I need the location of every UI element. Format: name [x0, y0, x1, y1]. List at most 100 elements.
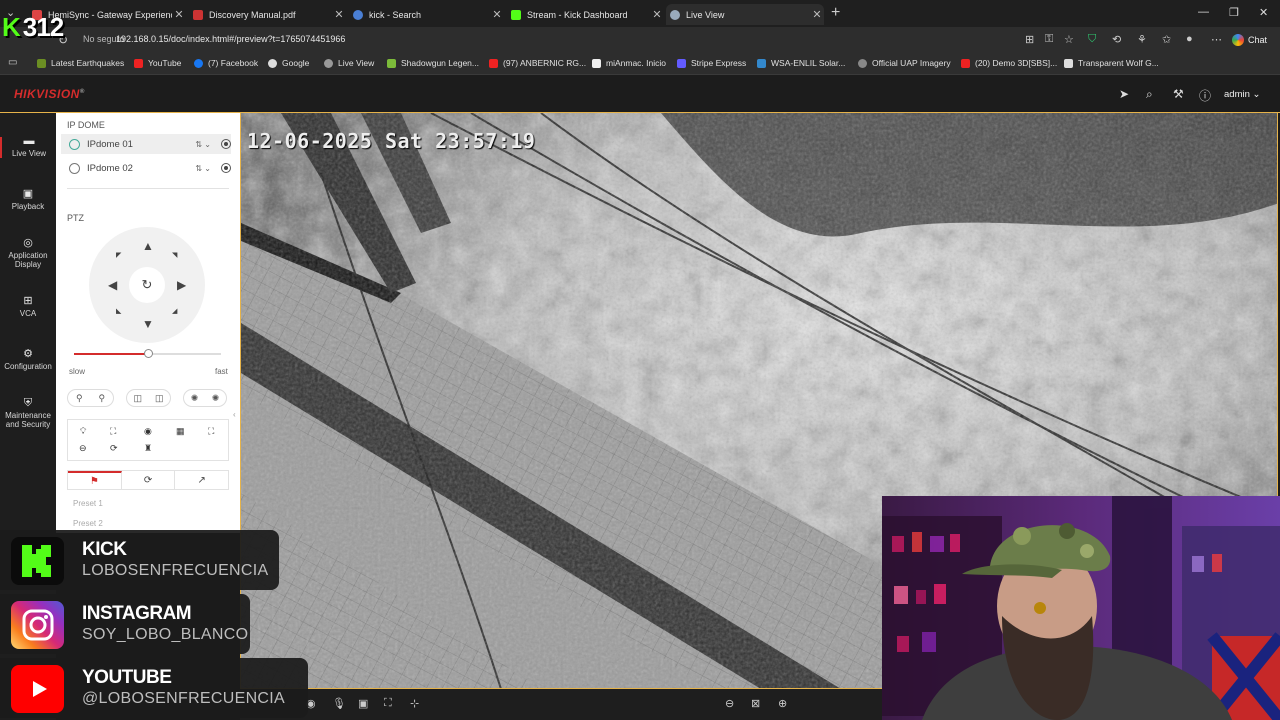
search-icon[interactable]: ⌕ [1146, 87, 1153, 102]
iris-open-icon[interactable]: ✺ [212, 393, 220, 404]
close-window-icon[interactable]: ✕ [1259, 6, 1268, 19]
bookmark-item[interactable]: (97) ANBERNIC RG... [489, 58, 586, 68]
ptz-speed-slider[interactable] [74, 349, 221, 358]
shield-icon[interactable]: ⛉ [1088, 33, 1096, 46]
nav-configuration[interactable]: ⚙ Configuration [0, 349, 56, 372]
camera-item-ipdome-01[interactable]: IPdome 01 ⇅ ⌄ [61, 134, 231, 154]
url-field[interactable]: 192.168.0.15/doc/index.html#/preview?t=1… [116, 34, 345, 44]
focus-far-icon[interactable]: ◫ [155, 393, 164, 404]
record-icon[interactable] [221, 139, 231, 149]
3d-position-icon[interactable]: ⛶ [208, 426, 214, 437]
iris-close-icon[interactable]: ✺ [191, 393, 199, 404]
bookmark-item[interactable]: Latest Earthquakes [37, 58, 124, 68]
profile-avatar-icon[interactable]: ● [1186, 33, 1193, 45]
user-menu[interactable]: admin ⌄ [1224, 89, 1260, 100]
chat-button[interactable]: Chat [1232, 32, 1267, 48]
bookmark-item[interactable]: miAnmac. Inicio [592, 58, 666, 68]
new-tab-icon[interactable]: + [831, 4, 840, 22]
close-tab-icon[interactable]: ✕ [810, 8, 824, 21]
record-clip-icon[interactable]: ▣ [358, 697, 368, 710]
zoom-in-icon[interactable]: ⚲ [98, 393, 105, 404]
close-tab-icon[interactable]: ✕ [332, 8, 346, 21]
close-tab-icon[interactable]: ✕ [490, 8, 504, 21]
key-icon[interactable]: ⚿ [1045, 33, 1053, 46]
tab-live-view[interactable]: Live View ✕ [666, 4, 824, 25]
translate-icon[interactable]: ⊞ [1025, 33, 1034, 46]
ptz-left-icon[interactable]: ◀ [108, 278, 117, 292]
tab-kick-search[interactable]: kick - Search ✕ [349, 4, 504, 25]
camera-item-ipdome-02[interactable]: IPdome 02 ⇅ ⌄ [61, 158, 231, 178]
bookmark-item[interactable]: Transparent Wolf G... [1064, 58, 1159, 68]
camera-icon [69, 138, 80, 150]
webcam-scene [882, 496, 1280, 720]
nav-vca[interactable]: ⊞ VCA [0, 296, 56, 319]
tab-presets[interactable]: ⚑ [68, 471, 122, 489]
info-icon[interactable]: ⓘ [1199, 87, 1211, 104]
tab-discovery-manual[interactable]: Discovery Manual.pdf ✕ [189, 4, 346, 25]
bookmark-item[interactable]: Stripe Express [677, 58, 746, 68]
bookmark-item[interactable]: Shadowgun Legen... [387, 58, 479, 68]
tab-patrols[interactable]: ⟳ [122, 471, 176, 489]
zoom-out-icon[interactable]: ⚲ [76, 393, 83, 404]
minimize-icon[interactable]: — [1198, 6, 1209, 18]
ptz-up-icon[interactable]: ▲ [142, 239, 154, 253]
bookmark-item[interactable]: (20) Demo 3D[SBS]... [961, 58, 1057, 68]
bookmark-item[interactable]: Google [268, 58, 309, 68]
record-icon[interactable] [221, 163, 231, 173]
zoom-search-icon[interactable]: ⊖ [79, 443, 87, 454]
previous-page-icon[interactable]: ⊖ [725, 697, 734, 710]
bookmark-item[interactable]: WSA-ENLIL Solar... [757, 58, 845, 68]
social-platform: INSTAGRAM [82, 603, 192, 624]
nav-application-display[interactable]: ◎ Application Display [0, 238, 56, 270]
capture-area-icon[interactable]: ⛶ [110, 426, 116, 437]
wiper-icon[interactable]: ♜ [144, 443, 152, 454]
ptz-down-left-icon[interactable]: ◣ [116, 307, 121, 315]
group-label: IP DOME [67, 120, 105, 130]
nav-playback[interactable]: ▣ Playback [0, 188, 56, 212]
ptz-auto-scan-icon[interactable]: ↻ [129, 267, 165, 303]
collapse-panel-icon[interactable]: ‹ [233, 410, 236, 419]
speed-slider-handle[interactable] [143, 349, 153, 358]
puzzle-icon[interactable]: ⚘ [1137, 33, 1147, 46]
one-touch-park-icon[interactable]: ⟳ [110, 443, 118, 454]
ptz-direction-wheel: ▲ ▼ ◀ ▶ ◤ ◥ ◣ ◢ ↻ [89, 227, 205, 343]
playback-icon: ▣ [22, 188, 34, 200]
bookmark-item[interactable]: (7) Facebook [194, 58, 258, 68]
extension-icon[interactable]: ⟲ [1112, 33, 1121, 46]
next-page-icon[interactable]: ⊕ [778, 697, 787, 710]
preset-item[interactable]: Preset 2 [73, 519, 103, 528]
grid-icon[interactable]: ▦ [176, 426, 185, 437]
digital-zoom-icon[interactable]: ⛶ [384, 697, 392, 710]
sidebar-toggle-icon[interactable]: ▭ [8, 57, 17, 68]
nav-live-view[interactable]: ▬ Live View [0, 136, 56, 158]
tools-icon[interactable]: ⚒ [1173, 87, 1184, 101]
tab-kick-dashboard[interactable]: Stream - Kick Dashboard ✕ [507, 4, 664, 25]
close-tab-icon[interactable]: ✕ [172, 8, 186, 21]
microphone-icon[interactable]: 🎙︎ [332, 697, 346, 710]
bookmark-item[interactable]: YouTube [134, 58, 181, 68]
ptz-down-right-icon[interactable]: ◢ [172, 307, 177, 315]
ptz-down-icon[interactable]: ▼ [142, 317, 154, 331]
bookmark-item[interactable]: Official UAP Imagery [858, 58, 951, 68]
light-icon[interactable]: 💡︎ [80, 426, 86, 437]
preset-item[interactable]: Preset 1 [73, 499, 103, 508]
focus-near-icon[interactable]: ◫ [133, 393, 142, 404]
send-icon[interactable]: ➤ [1119, 87, 1129, 101]
close-tab-icon[interactable]: ✕ [650, 8, 664, 21]
bookmark-star-icon[interactable]: ☆ [1064, 33, 1074, 46]
ptz-right-icon[interactable]: ▶ [177, 278, 186, 292]
window-layout-icon[interactable]: ⊠ [751, 697, 760, 710]
ptz-up-left-icon[interactable]: ◤ [116, 251, 121, 259]
bookmark-item[interactable]: Live View [324, 58, 374, 68]
stream-select-icon[interactable]: ⇅ ⌄ [195, 164, 211, 173]
nav-maintenance-security[interactable]: ⛨ Maintenance and Security [0, 398, 56, 430]
stream-select-icon[interactable]: ⇅ ⌄ [195, 140, 211, 149]
maximize-icon[interactable]: ❐ [1229, 6, 1239, 19]
more-menu-icon[interactable]: ⋯ [1211, 33, 1222, 46]
ptz-lock-icon[interactable]: ◉ [144, 426, 152, 437]
ptz-up-right-icon[interactable]: ◥ [172, 251, 177, 259]
3d-zoom-icon[interactable]: ⊹ [410, 697, 419, 710]
favorites-icon[interactable]: ✩ [1162, 33, 1171, 46]
ptz-tool-grid: 💡︎ ⛶ ◉ ▦ ⛶ ⊖ ⟳ ♜ [67, 419, 229, 461]
tab-patterns[interactable]: ↗ [175, 471, 228, 489]
